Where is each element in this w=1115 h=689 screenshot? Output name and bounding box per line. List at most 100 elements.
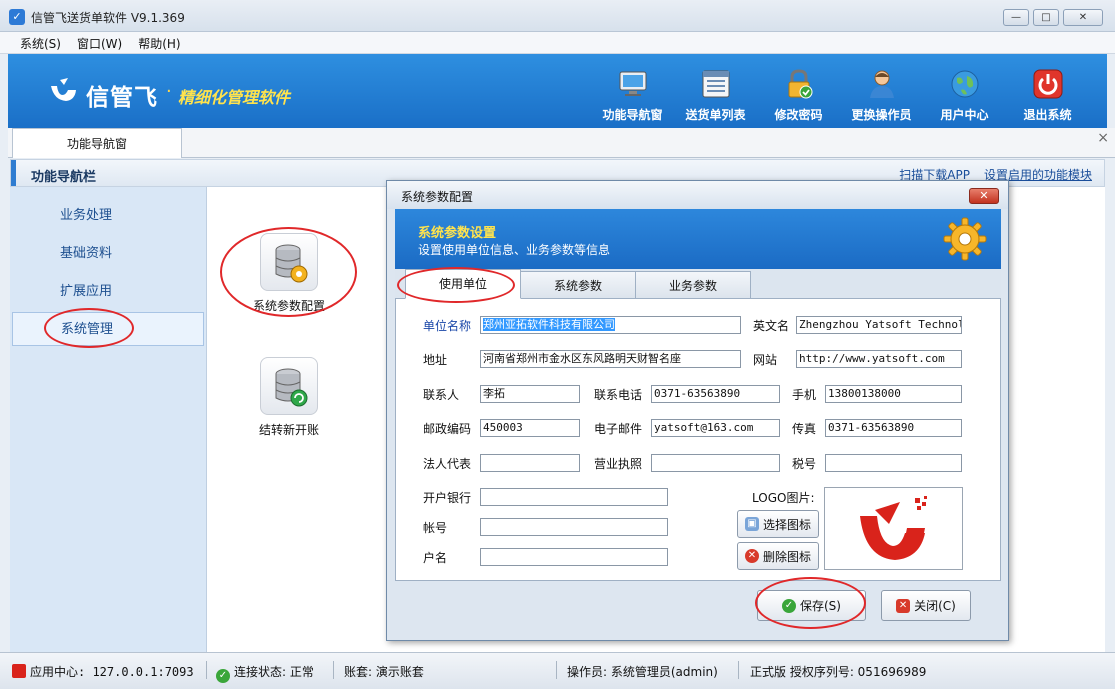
unit-name-label: 单位名称 [423, 319, 472, 333]
postcode-label: 邮政编码 [423, 422, 472, 436]
toolbar-change-password-label: 修改密码 [774, 108, 823, 122]
power-icon [1033, 69, 1062, 99]
toolbar-delivery-list[interactable]: 送货单列表 [674, 58, 757, 126]
function-system-params-label: 系统参数配置 [252, 299, 325, 313]
save-button-label: 保存(S) [800, 599, 841, 613]
phone-field[interactable]: 0371-63563890 [651, 385, 780, 403]
brand-logo-icon [51, 78, 76, 101]
sidebar-item-system-management[interactable]: 系统管理 [12, 312, 204, 346]
function-system-params[interactable]: 系统参数配置 [244, 233, 334, 314]
function-carry-forward-label: 结转新开账 [258, 423, 319, 437]
toolbar-nav-window[interactable]: 功能导航窗 [591, 58, 674, 126]
menu-system[interactable]: 系统(S) [12, 32, 69, 53]
window-titlebar: ✓ 信管飞送货单软件 V9.1.369 — □ ✕ [0, 0, 1115, 32]
window-controls: — □ ✕ [1003, 9, 1103, 26]
status-divider [738, 661, 739, 679]
close-window-button[interactable]: ✕ [1063, 9, 1103, 26]
dialog-tabs: 使用单位 系统参数 业务参数 [405, 269, 751, 300]
database-refresh-icon [260, 357, 318, 415]
status-divider [333, 661, 334, 679]
logo-label: LOGO图片: [752, 491, 815, 505]
contact-field[interactable]: 李拓 [480, 385, 580, 403]
tax-field[interactable] [825, 454, 962, 472]
sidebar-item-extensions[interactable]: 扩展应用 [12, 275, 204, 309]
status-divider [206, 661, 207, 679]
dialog-banner: 系统参数设置 设置使用单位信息、业务参数等信息 [395, 209, 1001, 269]
bank-label: 开户银行 [423, 491, 472, 505]
fax-field[interactable]: 0371-63563890 [825, 419, 962, 437]
close-icon: ✕ [896, 598, 911, 613]
toolbar-exit[interactable]: 退出系统 [1006, 58, 1089, 126]
postcode-field[interactable]: 450003 [480, 419, 580, 437]
toolbar-user-center[interactable]: 用户中心 [923, 58, 1006, 126]
close-button[interactable]: ✕ 关闭(C) [881, 590, 971, 621]
tab-business-params[interactable]: 业务参数 [635, 271, 751, 300]
logo-preview [824, 487, 963, 570]
nav-header-title: 功能导航栏 [31, 170, 97, 185]
account-field[interactable] [480, 518, 668, 536]
connected-check-icon: ✓ [216, 669, 230, 683]
license-field[interactable] [651, 454, 780, 472]
email-label: 电子邮件 [594, 422, 643, 436]
english-name-label: 英文名 [753, 319, 790, 333]
license-status: 正式版 授权序列号: 051696989 [750, 665, 927, 679]
maximize-button[interactable]: □ [1033, 9, 1059, 26]
account-label: 帐号 [423, 521, 448, 535]
window-title: 信管飞送货单软件 V9.1.369 [31, 11, 185, 25]
toolbar-change-password[interactable]: 修改密码 [757, 58, 840, 126]
toolbar-switch-operator-label: 更换操作员 [851, 108, 912, 122]
bank-field[interactable] [480, 488, 668, 506]
connection-status: ✓ 连接状态: 正常 [216, 663, 314, 683]
menu-help[interactable]: 帮助(H) [130, 32, 188, 53]
gear-icon [943, 217, 987, 261]
menu-window[interactable]: 窗口(W) [69, 32, 130, 53]
dialog-footer: ✓ 保存(S) ✕ 关闭(C) [395, 577, 1001, 633]
app-center-icon [12, 664, 26, 678]
email-field[interactable]: yatsoft@163.com [651, 419, 780, 437]
tab-unit-info[interactable]: 使用单位 [405, 269, 521, 299]
image-icon: ▣ [744, 517, 759, 531]
tab-system-params[interactable]: 系统参数 [520, 271, 636, 300]
status-bar: 应用中心: 127.0.0.1:7093 ✓ 连接状态: 正常 账套: 演示账套 … [0, 652, 1115, 689]
address-field[interactable]: 河南省郑州市金水区东风路明天财智名座 [480, 350, 741, 368]
function-carry-forward[interactable]: 结转新开账 [244, 357, 334, 438]
menu-bar: 系统(S) 窗口(W) 帮助(H) [0, 32, 1115, 54]
toolbar-switch-operator[interactable]: 更换操作员 [840, 58, 923, 126]
unit-name-field[interactable]: 郑州亚拓软件科技有限公司 [480, 316, 741, 334]
list-icon [702, 70, 729, 98]
main-toolbar: 功能导航窗 送货单列表 修改密码 更换操作员 用户中心 退出系统 [591, 58, 1089, 126]
unit-name-value: 郑州亚拓软件科技有限公司 [483, 318, 615, 331]
sidebar-item-basic-data[interactable]: 基础资料 [12, 237, 204, 271]
app-center-status: 应用中心: 127.0.0.1:7093 [12, 663, 194, 680]
globe-icon [951, 70, 978, 98]
mobile-field[interactable]: 13800138000 [825, 385, 962, 403]
choose-icon-button[interactable]: ▣ 选择图标 [737, 510, 819, 538]
close-button-label: 关闭(C) [914, 599, 956, 613]
toolbar-nav-window-label: 功能导航窗 [602, 108, 663, 122]
account-name-field[interactable] [480, 548, 668, 566]
delete-icon: ✕ [744, 549, 759, 563]
operator-status: 操作员: 系统管理员(admin) [567, 665, 718, 679]
website-field[interactable]: http://www.yatsoft.com [796, 350, 962, 368]
delete-icon-button[interactable]: ✕ 删除图标 [737, 542, 819, 570]
legal-rep-label: 法人代表 [423, 457, 472, 471]
status-divider [556, 661, 557, 679]
company-logo-image [860, 496, 927, 560]
dialog-title: 系统参数配置 [401, 190, 474, 204]
save-button[interactable]: ✓ 保存(S) [757, 590, 866, 621]
tab-nav-window[interactable]: 功能导航窗 [12, 128, 182, 158]
brand-dot: · [166, 81, 172, 102]
sidebar: 业务处理 基础资料 扩展应用 系统管理 [10, 187, 207, 652]
close-tab-icon[interactable]: × [1097, 130, 1109, 146]
legal-rep-field[interactable] [480, 454, 580, 472]
choose-icon-label: 选择图标 [762, 517, 811, 532]
tax-label: 税号 [792, 457, 817, 471]
user-icon [869, 70, 894, 98]
app-logo-icon: ✓ [9, 9, 25, 25]
sidebar-item-business[interactable]: 业务处理 [12, 199, 204, 233]
nav-header-accent [11, 160, 16, 186]
minimize-button[interactable]: — [1003, 9, 1029, 26]
address-label: 地址 [423, 353, 448, 367]
english-name-field[interactable]: Zhengzhou Yatsoft Technolog [796, 316, 962, 334]
dialog-close-icon[interactable]: ✕ [969, 188, 999, 204]
